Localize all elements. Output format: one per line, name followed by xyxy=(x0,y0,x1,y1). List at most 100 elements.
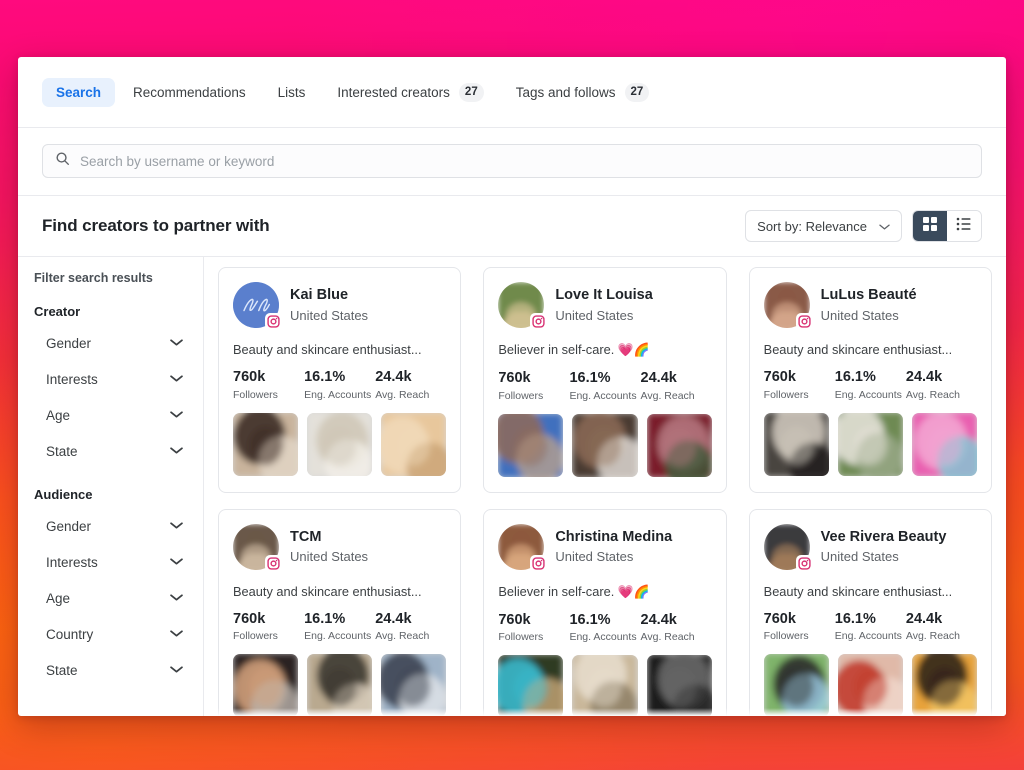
creator-post-thumbnail[interactable] xyxy=(911,654,977,716)
filter-label: Age xyxy=(46,590,71,606)
chevron-down-icon xyxy=(170,334,183,352)
avatar[interactable] xyxy=(498,523,548,572)
list-view-button[interactable] xyxy=(947,211,981,241)
creator-post-thumbnail[interactable] xyxy=(233,412,299,476)
stat-followers: 760k Followers xyxy=(233,369,304,401)
creator-results[interactable]: Kai Blue United States Beauty and skinca… xyxy=(204,257,1006,716)
creator-name: LuLus Beauté xyxy=(820,287,917,304)
tab-label: Interested creators xyxy=(337,84,450,100)
creator-card[interactable]: Christina Medina United States Believer … xyxy=(483,508,727,716)
creator-country: United States xyxy=(290,307,369,323)
stat-reach-value: 24.4k xyxy=(375,369,412,385)
stat-engagement: 16.1% Eng. Accounts xyxy=(304,369,375,401)
filter-audience-state[interactable]: State xyxy=(34,652,187,688)
creator-country: United States xyxy=(555,549,634,565)
filter-audience-age[interactable]: Age xyxy=(34,580,187,616)
results-toolbar: Find creators to partner with Sort by: R… xyxy=(18,196,1006,256)
creator-post-thumbnail[interactable] xyxy=(837,412,903,476)
tab-interested-creators[interactable]: Interested creators 27 xyxy=(323,76,497,109)
stat-reach-label: Avg. Reach xyxy=(640,389,695,402)
list-view-icon xyxy=(956,216,972,237)
tab-lists[interactable]: Lists xyxy=(264,78,320,107)
creator-post-thumbnail[interactable] xyxy=(646,413,712,477)
tab-tags-and-follows[interactable]: Tags and follows 27 xyxy=(502,76,664,109)
app-window: Search Recommendations Lists Interested cre… xyxy=(18,57,1006,716)
creator-card[interactable]: Love It Louisa United States Believer in… xyxy=(483,267,727,493)
sort-by-dropdown[interactable]: Sort by: Relevance xyxy=(745,210,902,242)
filter-creator-interests[interactable]: Interests xyxy=(34,361,187,397)
filter-creator-age[interactable]: Age xyxy=(34,397,187,433)
creator-stats: 760k Followers 16.1% Eng. Accounts 24.4k… xyxy=(498,612,711,644)
avatar[interactable] xyxy=(498,282,548,330)
avatar[interactable] xyxy=(233,282,282,330)
search-row xyxy=(18,128,1006,196)
creator-name: Kai Blue xyxy=(290,287,349,304)
tab-recommendations[interactable]: Recommendations xyxy=(119,78,260,107)
creator-country: United States xyxy=(290,549,369,565)
creator-post-thumbnail[interactable] xyxy=(763,412,829,476)
creator-card[interactable]: TCM United States Beauty and skincare en… xyxy=(218,508,462,716)
creator-post-thumbnails xyxy=(763,654,977,716)
filter-creator-state[interactable]: State xyxy=(34,433,187,469)
stat-engagement-value: 16.1% xyxy=(304,369,346,385)
creator-post-thumbnail[interactable] xyxy=(572,655,638,716)
filter-label: Interests xyxy=(46,554,98,570)
creator-stats: 760k Followers 16.1% Eng. Accounts 24.4k… xyxy=(233,611,446,643)
stat-reach-label: Avg. Reach xyxy=(375,630,430,643)
creator-bio: Beauty and skincare enthusiast... xyxy=(233,342,422,357)
creator-card-header: Kai Blue United States xyxy=(233,282,446,330)
creator-post-thumbnail[interactable] xyxy=(646,655,712,716)
view-toggle xyxy=(912,210,982,242)
stat-followers: 760k Followers xyxy=(764,369,835,401)
chevron-down-icon xyxy=(170,661,183,679)
creator-card-header: LuLus Beauté United States xyxy=(763,282,977,330)
creator-post-thumbnail[interactable] xyxy=(837,654,903,716)
tab-label: Tags and follows xyxy=(515,84,616,100)
grid-view-button[interactable] xyxy=(913,211,947,241)
stat-followers-label: Followers xyxy=(763,630,809,643)
stat-followers-value: 760k xyxy=(498,611,531,628)
search-box[interactable] xyxy=(42,144,982,178)
avatar[interactable] xyxy=(763,523,813,572)
instagram-icon xyxy=(265,313,282,330)
creator-post-thumbnail[interactable] xyxy=(381,654,447,716)
tab-search[interactable]: Search xyxy=(42,77,116,107)
creator-post-thumbnail[interactable] xyxy=(498,413,564,477)
creator-post-thumbnail[interactable] xyxy=(307,654,373,716)
filter-creator-gender[interactable]: Gender xyxy=(34,325,187,361)
stat-followers-value: 760k xyxy=(498,370,531,386)
creator-post-thumbnail[interactable] xyxy=(911,412,977,476)
creator-post-thumbnail[interactable] xyxy=(233,654,299,716)
creator-card[interactable]: Kai Blue United States Beauty and skinca… xyxy=(218,267,462,493)
avatar[interactable] xyxy=(763,282,813,330)
stat-reach-value: 24.4k xyxy=(375,610,412,627)
chevron-down-icon xyxy=(879,219,890,234)
stat-followers-value: 760k xyxy=(233,610,266,627)
filter-audience-gender[interactable]: Gender xyxy=(34,508,187,544)
stat-engagement-value: 16.1% xyxy=(834,369,876,385)
filter-audience-country[interactable]: Country xyxy=(34,616,187,652)
stat-reach: 24.4k Avg. Reach xyxy=(641,612,712,644)
content-area: Filter search results Creator Gender Inte… xyxy=(18,256,1006,716)
filter-audience-interests[interactable]: Interests xyxy=(34,544,187,580)
stat-followers-value: 760k xyxy=(233,369,266,385)
creator-post-thumbnail[interactable] xyxy=(381,412,447,476)
creator-bio: Beauty and skincare enthusiast... xyxy=(763,342,953,357)
creator-card-header: Christina Medina United States xyxy=(498,523,711,572)
creator-post-thumbnail[interactable] xyxy=(763,654,829,716)
page-title: Find creators to partner with xyxy=(42,216,270,235)
stat-engagement: 16.1% Eng. Accounts xyxy=(569,370,640,402)
search-input[interactable] xyxy=(80,153,969,169)
creator-card[interactable]: Vee Rivera Beauty United States Beauty a… xyxy=(748,508,992,716)
stat-reach: 24.4k Avg. Reach xyxy=(375,369,446,401)
creator-post-thumbnail[interactable] xyxy=(498,655,564,716)
creator-card[interactable]: LuLus Beauté United States Beauty and sk… xyxy=(748,267,992,493)
stat-engagement: 16.1% Eng. Accounts xyxy=(835,611,906,643)
creator-post-thumbnail[interactable] xyxy=(307,412,373,476)
creator-bio: Believer in self-care. 💗🌈 xyxy=(498,342,650,357)
stat-followers-label: Followers xyxy=(763,388,809,401)
creator-identity: Love It Louisa United States xyxy=(555,287,653,322)
creator-post-thumbnail[interactable] xyxy=(572,413,638,477)
avatar[interactable] xyxy=(233,523,282,572)
grid-view-icon xyxy=(922,216,938,237)
